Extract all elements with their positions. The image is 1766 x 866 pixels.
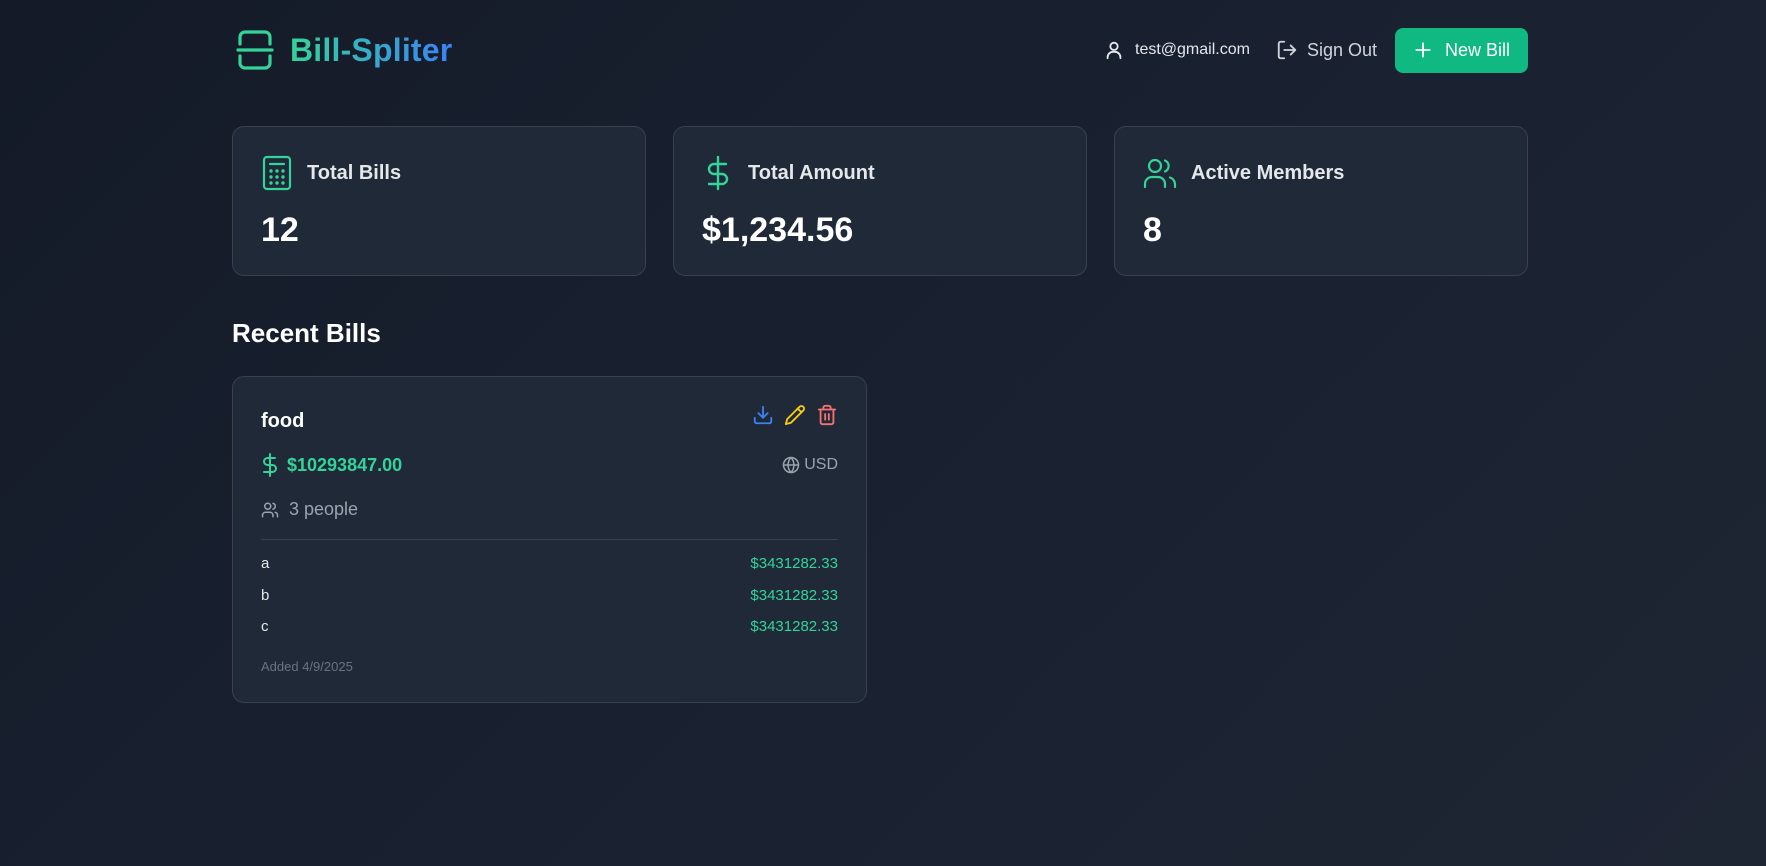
split-amount: $3431282.33 xyxy=(750,555,838,572)
split-row: a $3431282.33 xyxy=(261,555,838,587)
bill-actions xyxy=(752,404,838,426)
split-name: a xyxy=(261,555,270,572)
download-button[interactable] xyxy=(752,404,774,426)
dollar-icon xyxy=(707,155,729,191)
section-title: Recent Bills xyxy=(232,318,381,348)
plus-icon xyxy=(1415,42,1431,58)
split-name: c xyxy=(261,618,269,635)
dollar-icon xyxy=(263,453,277,477)
stat-card-total-bills: Total Bills 12 xyxy=(232,126,646,276)
trash-icon xyxy=(817,404,837,426)
bill-people: 3 people xyxy=(261,499,358,520)
split-name: b xyxy=(261,586,270,604)
scan-logo-icon xyxy=(236,30,274,70)
stat-label: Total Amount xyxy=(748,161,875,184)
bill-amount-value: $10293847.00 xyxy=(287,454,403,475)
stat-label: Active Members xyxy=(1191,161,1345,184)
split-list: a $3431282.33 b $3431282.33 c $3431282.3… xyxy=(261,555,838,650)
split-amount: $3431282.33 xyxy=(750,618,838,635)
added-date: Added 4/9/2025 xyxy=(261,659,353,674)
divider xyxy=(261,539,838,540)
stat-value: 12 xyxy=(261,211,299,249)
edit-button[interactable] xyxy=(784,404,806,426)
split-amount: $3431282.33 xyxy=(750,586,838,604)
header: Bill-Spliter test@gmail.com Sign Out New… xyxy=(232,27,1528,73)
stat-value: 8 xyxy=(1143,211,1162,249)
calculator-icon xyxy=(262,155,292,191)
log-out-icon xyxy=(1277,40,1297,60)
sign-out-label: Sign Out xyxy=(1306,39,1377,60)
people-count: 3 people xyxy=(289,499,359,519)
user-icon xyxy=(1106,41,1122,60)
split-row: c $3431282.33 xyxy=(261,618,838,650)
stat-value: $1,234.56 xyxy=(702,211,854,249)
split-row: b $3431282.33 xyxy=(261,587,838,619)
globe-icon xyxy=(782,456,800,474)
bill-name: food xyxy=(261,410,305,432)
bill-currency: USD xyxy=(782,456,838,474)
stat-label: Total Bills xyxy=(307,161,402,184)
stat-card-active-members: Active Members 8 xyxy=(1114,126,1528,276)
app-title: Bill-Spliter xyxy=(290,31,453,68)
stat-card-total-amount: Total Amount $1,234.56 xyxy=(673,126,1087,276)
bill-card: food $10293847.00 USD 3 people a $343128… xyxy=(232,376,867,703)
user-email: test@gmail.com xyxy=(1135,41,1250,58)
new-bill-label: New Bill xyxy=(1444,39,1510,60)
header-nav: test@gmail.com Sign Out New Bill xyxy=(1103,27,1528,73)
delete-button[interactable] xyxy=(816,404,838,426)
sign-out-button[interactable]: Sign Out xyxy=(1276,39,1377,61)
users-icon xyxy=(261,502,279,517)
pencil-icon xyxy=(784,405,805,426)
user-info: test@gmail.com xyxy=(1103,39,1250,61)
users-icon xyxy=(1143,158,1177,189)
download-icon xyxy=(753,405,773,425)
currency-code: USD xyxy=(804,456,838,473)
bill-amount: $10293847.00 xyxy=(261,453,402,477)
new-bill-button[interactable]: New Bill xyxy=(1394,27,1528,73)
brand[interactable]: Bill-Spliter xyxy=(232,27,452,73)
